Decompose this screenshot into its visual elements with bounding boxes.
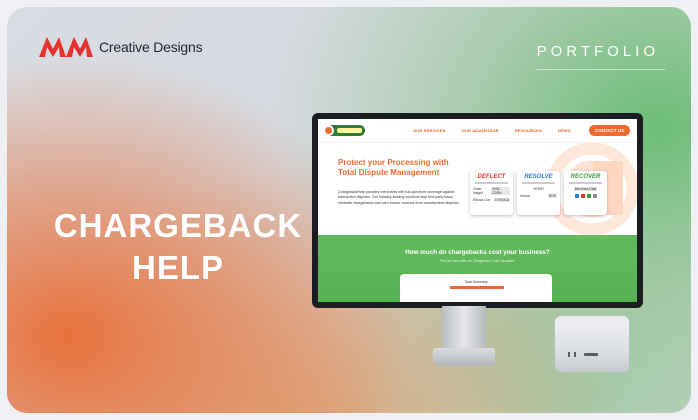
product-card-resolve[interactable]: RESOLVE VERIFI ethoca RDR <box>517 171 560 215</box>
contact-us-button[interactable]: CONTACT US <box>588 125 630 136</box>
calculator-panel[interactable]: Total Summary <box>400 274 552 302</box>
sd-slot-icon <box>584 353 598 356</box>
portfolio-label: PORTFOLIO <box>536 43 659 60</box>
product-card-deflect[interactable]: DEFLECT Order Insight VISA CDRN Ethoca Co… <box>470 171 513 215</box>
monitor-stand-foot <box>433 348 495 366</box>
site-logo <box>323 125 365 136</box>
product-name: RECOVER <box>570 174 601 180</box>
hero-body: ChargebackHelp provides merchants with f… <box>338 190 460 205</box>
calculator-heading: How much do chargebacks cost your busine… <box>405 249 550 256</box>
brand-logo[interactable]: Creative Designs <box>39 37 203 57</box>
calculator-subheading: Find out here with our Chargeback Cost C… <box>440 259 515 263</box>
studio-display-monitor: OUR SERVICES OUR ADVANTAGE RESOURCES NEW… <box>312 113 643 308</box>
site-nav: OUR SERVICES OUR ADVANTAGE RESOURCES NEW… <box>318 119 637 143</box>
mac-studio-device <box>555 316 629 372</box>
mac-studio-top <box>555 316 629 324</box>
website-screenshot: OUR SERVICES OUR ADVANTAGE RESOURCES NEW… <box>318 119 637 302</box>
creative-designs-logo-icon <box>39 37 93 57</box>
header-divider <box>537 69 665 70</box>
nav-link-news[interactable]: NEWS <box>558 128 571 133</box>
project-title: CHARGEBACK HELP <box>27 205 329 289</box>
project-title-line1: CHARGEBACK <box>53 207 303 244</box>
nav-link-services[interactable]: OUR SERVICES <box>413 128 446 133</box>
nav-link-advantage[interactable]: OUR ADVANTAGE <box>462 128 499 133</box>
calculator-bar <box>450 286 504 289</box>
usb-port-icon <box>568 352 570 357</box>
nav-link-resources[interactable]: RESOURCES <box>515 128 542 133</box>
cost-calculator-section: How much do chargebacks cost your busine… <box>318 235 637 302</box>
hero-heading: Protect your Processing with Total Dispu… <box>338 158 449 177</box>
monitor-stand-neck <box>442 306 486 352</box>
site-logo-cross-icon <box>323 125 334 136</box>
brand-name: Creative Designs <box>99 39 203 55</box>
product-name: RESOLVE <box>524 174 553 180</box>
project-title-line2: HELP <box>131 249 224 286</box>
calculator-summary-label: Total Summary <box>464 280 488 284</box>
product-card-recover[interactable]: RECOVER Merchant Data <box>564 171 607 215</box>
usb-port-icon <box>574 352 576 357</box>
site-hero: Protect your Processing with Total Dispu… <box>318 143 637 235</box>
product-name: DEFLECT <box>477 174 506 180</box>
